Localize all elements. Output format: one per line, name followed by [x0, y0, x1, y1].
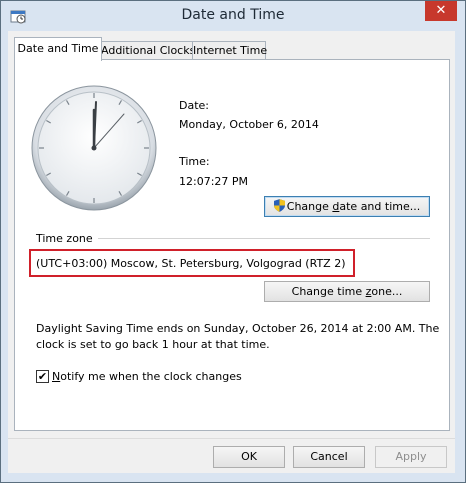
uac-shield-icon — [273, 199, 285, 212]
tab-internet-time[interactable]: Internet Time — [192, 41, 268, 60]
notify-checkbox-label[interactable]: Notify me when the clock changes — [52, 370, 242, 383]
cancel-label: Cancel — [310, 450, 348, 463]
date-label: Date: — [179, 99, 209, 112]
accelerator-key: N — [52, 370, 61, 383]
label-part: Change — [286, 200, 333, 213]
checkmark-icon: ✔ — [37, 370, 48, 383]
time-zone-group-label: Time zone — [36, 232, 93, 245]
close-button[interactable]: ✕ — [425, 1, 457, 21]
tab-additional-clocks[interactable]: Additional Clocks — [100, 41, 196, 60]
close-icon: ✕ — [435, 3, 447, 18]
change-time-zone-button[interactable]: Change time zone... — [264, 281, 430, 302]
apply-label: Apply — [395, 450, 427, 463]
change-date-and-time-label: Change date and time... — [287, 200, 420, 213]
label-part: otify me when the clock changes — [60, 370, 242, 383]
change-date-and-time-button[interactable]: Change date and time... — [264, 196, 430, 217]
title-bar: Date and Time ✕ — [1, 1, 465, 31]
tab-date-and-time[interactable]: Date and Time — [14, 37, 102, 61]
window-title: Date and Time — [181, 7, 285, 23]
ok-label: OK — [241, 450, 257, 463]
time-value: 12:07:27 PM — [179, 175, 249, 188]
dst-message-line-2: clock is set to go back 1 hour at that t… — [36, 338, 270, 351]
time-label: Time: — [179, 155, 210, 168]
label-part: Change time — [291, 285, 366, 298]
group-divider — [98, 238, 430, 239]
apply-button[interactable]: Apply — [375, 446, 447, 468]
analog-clock — [31, 85, 157, 211]
dst-message-line-1: Daylight Saving Time ends on Sunday, Oct… — [36, 322, 440, 335]
tab-label: Internet Time — [193, 44, 268, 57]
time-zone-value: (UTC+03:00) Moscow, St. Petersburg, Volg… — [36, 257, 346, 270]
tab-label: Additional Clocks — [101, 44, 196, 57]
ok-button[interactable]: OK — [213, 446, 285, 468]
date-value: Monday, October 6, 2014 — [179, 118, 319, 131]
tab-label: Date and Time — [17, 42, 99, 55]
cancel-button[interactable]: Cancel — [293, 446, 365, 468]
notify-checkbox[interactable]: ✔ — [36, 370, 49, 383]
label-part: ate and time... — [339, 200, 421, 213]
footer-divider — [8, 438, 455, 439]
label-part: one... — [371, 285, 403, 298]
